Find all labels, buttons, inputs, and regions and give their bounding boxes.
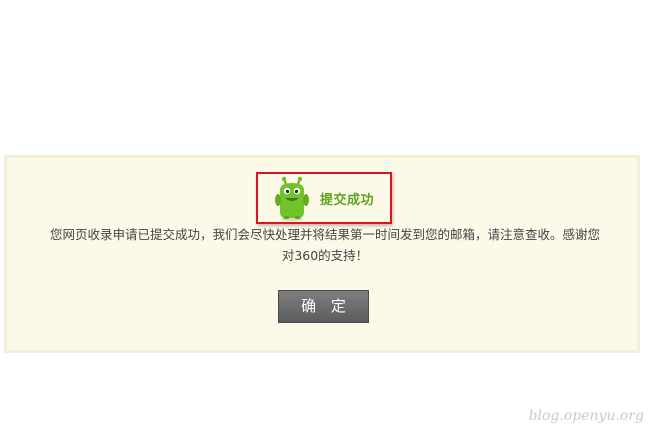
- submission-result-panel: 提交成功 您网页收录申请已提交成功，我们会尽快处理并将结果第一时间发到您的邮箱，…: [4, 155, 640, 353]
- blog-watermark: blog.openyu.org: [528, 408, 644, 424]
- success-title: 提交成功: [320, 193, 375, 208]
- green-monster-mascot-icon: [275, 176, 309, 222]
- success-indicator: 提交成功: [256, 172, 392, 224]
- submission-message: 您网页收录申请已提交成功，我们会尽快处理并将结果第一时间发到您的邮箱，请注意查收…: [49, 227, 600, 263]
- confirm-button[interactable]: 确 定: [278, 290, 369, 323]
